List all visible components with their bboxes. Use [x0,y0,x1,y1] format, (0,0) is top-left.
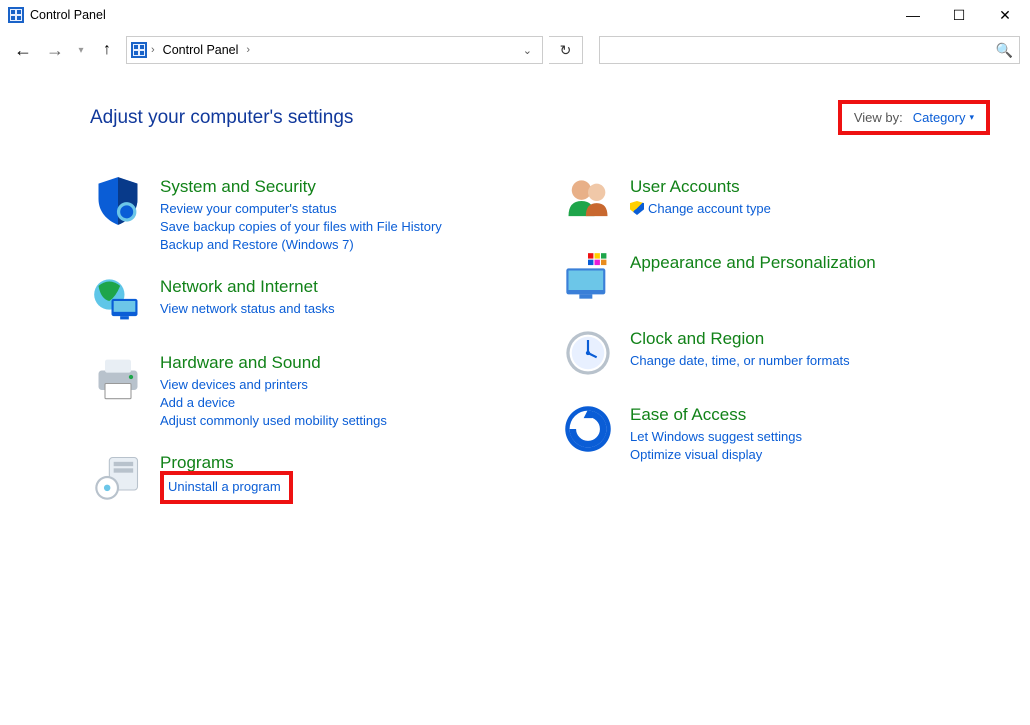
category-network: Network and Internet View network status… [90,275,520,331]
viewby-value[interactable]: Category ▾ [913,110,974,125]
monitor-palette-icon [560,251,616,307]
globe-network-icon [90,275,146,331]
window-title: Control Panel [30,8,106,22]
category-ease-of-access: Ease of Access Let Windows suggest setti… [560,403,990,465]
category-clock-region: Clock and Region Change date, time, or n… [560,327,990,383]
clock-icon [560,327,616,383]
window-controls: — ☐ ✕ [890,0,1028,30]
link-optimize-display[interactable]: Optimize visual display [630,447,802,462]
category-grid: System and Security Review your computer… [90,175,990,527]
category-title[interactable]: Hardware and Sound [160,353,387,373]
category-system-security: System and Security Review your computer… [90,175,520,255]
link-backup-restore[interactable]: Backup and Restore (Windows 7) [160,237,442,252]
chevron-down-icon: ▾ [969,112,974,123]
category-title[interactable]: Clock and Region [630,329,850,349]
link-add-device[interactable]: Add a device [160,395,387,410]
minimize-button[interactable]: — [890,0,936,30]
link-date-time-formats[interactable]: Change date, time, or number formats [630,353,850,368]
link-review-status[interactable]: Review your computer's status [160,201,442,216]
page-heading: Adjust your computer's settings [90,107,353,129]
category-title[interactable]: Network and Internet [160,277,335,297]
view-by-selector[interactable]: View by: Category ▾ [838,100,990,135]
right-column: User Accounts Change account type [560,175,990,527]
nav-row: ← → ▾ ↑ › Control Panel › ⌄ ↻ 🔍 [0,30,1030,70]
back-button[interactable]: ← [10,37,36,63]
search-input[interactable] [606,43,996,57]
link-devices-printers[interactable]: View devices and printers [160,377,387,392]
link-change-account-type[interactable]: Change account type [630,201,771,216]
app-icon [8,7,24,23]
history-dropdown[interactable]: ▾ [74,37,88,63]
refresh-button[interactable]: ↻ [549,36,583,64]
category-title[interactable]: Ease of Access [630,405,802,425]
forward-button[interactable]: → [42,37,68,63]
link-suggest-settings[interactable]: Let Windows suggest settings [630,429,802,444]
category-programs: Programs Uninstall a program [90,451,520,507]
close-button[interactable]: ✕ [982,0,1028,30]
control-panel-icon [131,42,147,58]
header-row: Adjust your computer's settings View by:… [90,100,990,135]
category-appearance: Appearance and Personalization [560,251,990,307]
users-icon [560,175,616,231]
up-button[interactable]: ↑ [94,37,120,63]
breadcrumb-sep-trail[interactable]: › [244,44,252,56]
search-bar[interactable]: 🔍 [599,36,1020,64]
category-title[interactable]: User Accounts [630,177,771,197]
programs-icon [90,451,146,507]
maximize-button[interactable]: ☐ [936,0,982,30]
left-column: System and Security Review your computer… [90,175,520,527]
link-mobility-settings[interactable]: Adjust commonly used mobility settings [160,413,387,428]
search-icon[interactable]: 🔍 [996,42,1013,59]
ease-of-access-icon [560,403,616,459]
breadcrumb-sep-root[interactable]: › [149,44,157,56]
category-title[interactable]: System and Security [160,177,442,197]
breadcrumb-current[interactable]: Control Panel [159,41,243,59]
link-network-status[interactable]: View network status and tasks [160,301,335,316]
address-bar[interactable]: › Control Panel › ⌄ [126,36,543,64]
category-user-accounts: User Accounts Change account type [560,175,990,231]
category-hardware: Hardware and Sound View devices and prin… [90,351,520,431]
link-uninstall-program[interactable]: Uninstall a program [168,479,281,494]
address-dropdown-icon[interactable]: ⌄ [523,44,538,57]
content-area: Adjust your computer's settings View by:… [0,70,1030,537]
printer-icon [90,351,146,407]
category-title[interactable]: Programs [160,453,293,473]
shield-icon [90,175,146,231]
category-title[interactable]: Appearance and Personalization [630,253,876,273]
viewby-label: View by: [854,110,903,125]
titlebar: Control Panel — ☐ ✕ [0,0,1030,30]
highlight-uninstall: Uninstall a program [160,471,293,504]
link-file-history[interactable]: Save backup copies of your files with Fi… [160,219,442,234]
